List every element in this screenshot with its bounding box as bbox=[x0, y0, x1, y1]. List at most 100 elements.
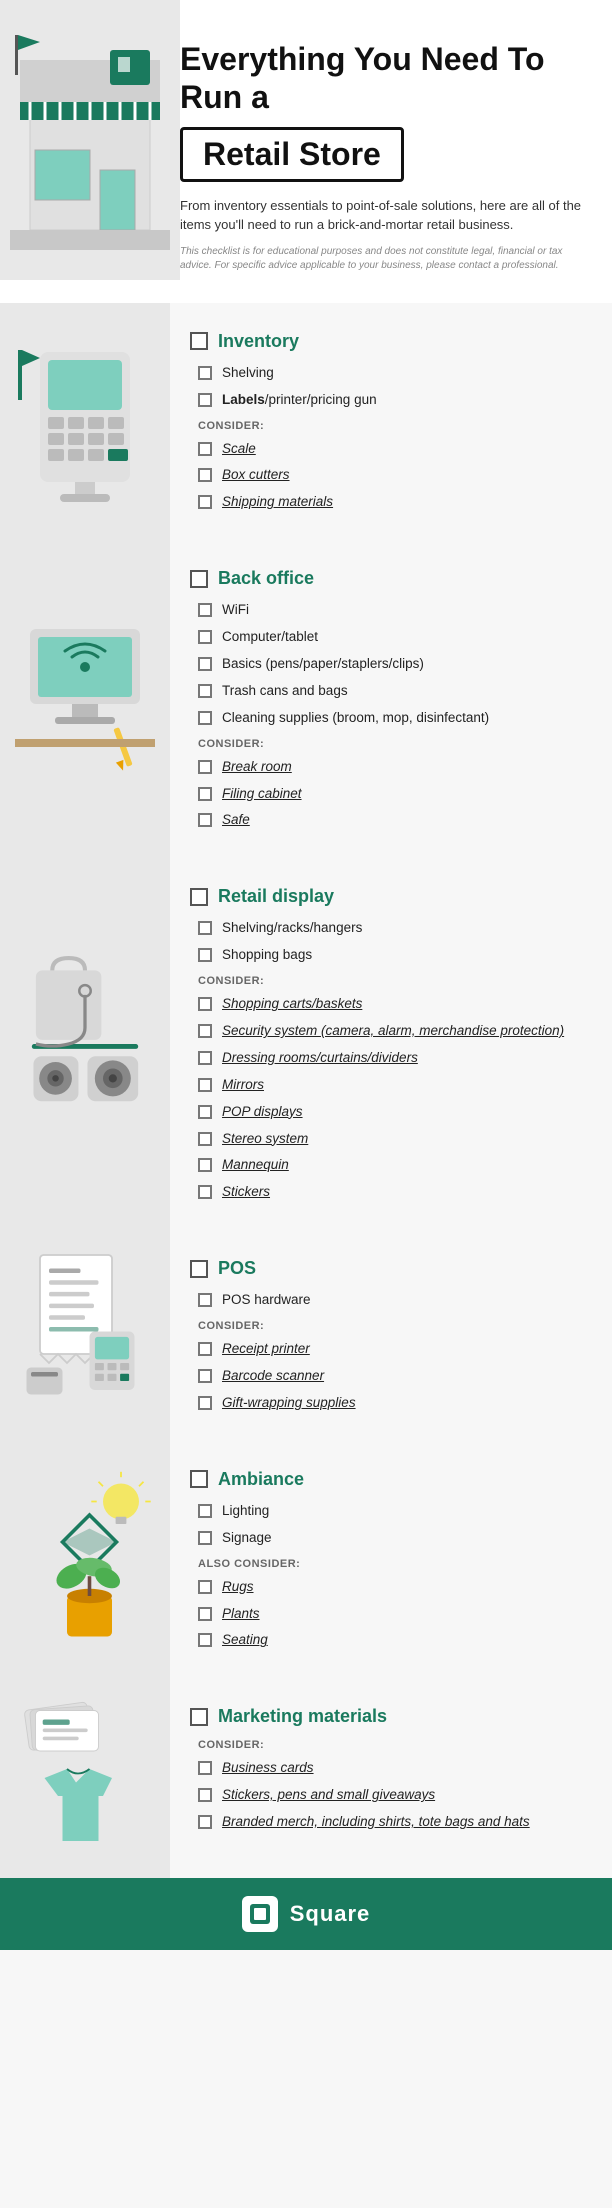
back-office-content: Back office WiFi Computer/tablet Basics … bbox=[170, 540, 612, 858]
header-section: Everything You Need To Run a Retail Stor… bbox=[0, 0, 612, 303]
item-checkbox[interactable] bbox=[198, 1815, 212, 1829]
marketing-title: Marketing materials bbox=[218, 1706, 387, 1727]
ambiance-section: Ambiance Lighting Signage ALSO CONSIDER:… bbox=[0, 1441, 612, 1678]
consider-label: CONSIDER: bbox=[198, 1320, 592, 1332]
item-checkbox[interactable] bbox=[198, 760, 212, 774]
item-label: Stickers, pens and small giveaways bbox=[222, 1786, 435, 1805]
retail-display-svg bbox=[10, 954, 160, 1134]
item-label: Labels/printer/pricing gun bbox=[222, 391, 377, 410]
item-label: Box cutters bbox=[222, 466, 290, 485]
item-label: Stickers bbox=[222, 1183, 270, 1202]
item-checkbox[interactable] bbox=[198, 1761, 212, 1775]
list-item: Filing cabinet bbox=[198, 785, 592, 804]
item-checkbox[interactable] bbox=[198, 684, 212, 698]
list-item: WiFi bbox=[198, 601, 592, 620]
list-item: Rugs bbox=[198, 1578, 592, 1597]
item-checkbox[interactable] bbox=[198, 921, 212, 935]
list-item: Box cutters bbox=[198, 466, 592, 485]
item-checkbox[interactable] bbox=[198, 1369, 212, 1383]
ambiance-content: Ambiance Lighting Signage ALSO CONSIDER:… bbox=[170, 1441, 612, 1678]
header-title-box: Retail Store bbox=[180, 127, 404, 182]
inventory-content: Inventory Shelving Labels/printer/pricin… bbox=[170, 303, 612, 540]
item-checkbox[interactable] bbox=[198, 997, 212, 1011]
marketing-checkbox[interactable] bbox=[190, 1708, 208, 1726]
store-svg bbox=[10, 30, 170, 250]
square-logo-icon bbox=[242, 1896, 278, 1932]
item-checkbox[interactable] bbox=[198, 787, 212, 801]
list-item: Receipt printer bbox=[198, 1340, 592, 1359]
inventory-checkbox[interactable] bbox=[190, 332, 208, 350]
store-illustration-container bbox=[0, 0, 180, 280]
item-checkbox[interactable] bbox=[198, 630, 212, 644]
item-checkbox[interactable] bbox=[198, 442, 212, 456]
item-label: Rugs bbox=[222, 1578, 254, 1597]
item-checkbox[interactable] bbox=[198, 1342, 212, 1356]
list-item: Break room bbox=[198, 758, 592, 777]
item-checkbox[interactable] bbox=[198, 1024, 212, 1038]
list-item: Business cards bbox=[198, 1759, 592, 1778]
item-checkbox[interactable] bbox=[198, 468, 212, 482]
item-checkbox[interactable] bbox=[198, 1051, 212, 1065]
list-item: Security system (camera, alarm, merchand… bbox=[198, 1022, 592, 1041]
item-checkbox[interactable] bbox=[198, 1633, 212, 1647]
list-item: Signage bbox=[198, 1529, 592, 1548]
item-checkbox[interactable] bbox=[198, 813, 212, 827]
item-label: Shelving bbox=[222, 364, 274, 383]
item-label: Trash cans and bags bbox=[222, 682, 348, 701]
item-checkbox[interactable] bbox=[198, 1078, 212, 1092]
retail-display-section: Retail display Shelving/racks/hangers Sh… bbox=[0, 858, 612, 1230]
item-checkbox[interactable] bbox=[198, 1607, 212, 1621]
item-checkbox[interactable] bbox=[198, 1396, 212, 1410]
list-item: Plants bbox=[198, 1605, 592, 1624]
item-checkbox[interactable] bbox=[198, 366, 212, 380]
list-item: Shipping materials bbox=[198, 493, 592, 512]
inventory-illustration bbox=[0, 303, 170, 540]
marketing-header: Marketing materials bbox=[190, 1706, 592, 1727]
item-checkbox[interactable] bbox=[198, 1105, 212, 1119]
back-office-checkbox[interactable] bbox=[190, 570, 208, 588]
marketing-illustration bbox=[0, 1678, 170, 1878]
list-item: Branded merch, including shirts, tote ba… bbox=[198, 1813, 592, 1832]
item-checkbox[interactable] bbox=[198, 603, 212, 617]
header-disclaimer: This checklist is for educational purpos… bbox=[180, 245, 582, 273]
consider-label: CONSIDER: bbox=[198, 420, 592, 432]
item-label: Cleaning supplies (broom, mop, disinfect… bbox=[222, 709, 489, 728]
item-checkbox[interactable] bbox=[198, 711, 212, 725]
list-item: Barcode scanner bbox=[198, 1367, 592, 1386]
item-checkbox[interactable] bbox=[198, 495, 212, 509]
item-label: Barcode scanner bbox=[222, 1367, 324, 1386]
list-item: POS hardware bbox=[198, 1291, 592, 1310]
item-checkbox[interactable] bbox=[198, 1580, 212, 1594]
list-item: Mirrors bbox=[198, 1076, 592, 1095]
item-checkbox[interactable] bbox=[198, 1531, 212, 1545]
item-checkbox[interactable] bbox=[198, 1185, 212, 1199]
back-office-header: Back office bbox=[190, 568, 592, 589]
list-item: Stickers, pens and small giveaways bbox=[198, 1786, 592, 1805]
list-item: Computer/tablet bbox=[198, 628, 592, 647]
item-checkbox[interactable] bbox=[198, 948, 212, 962]
item-label: Break room bbox=[222, 758, 292, 777]
inventory-header: Inventory bbox=[190, 331, 592, 352]
item-checkbox[interactable] bbox=[198, 393, 212, 407]
item-checkbox[interactable] bbox=[198, 1293, 212, 1307]
inventory-svg bbox=[10, 332, 160, 512]
ambiance-checkbox[interactable] bbox=[190, 1470, 208, 1488]
retail-display-content: Retail display Shelving/racks/hangers Sh… bbox=[170, 858, 612, 1230]
footer-logo: Square bbox=[242, 1896, 371, 1932]
list-item: Shopping carts/baskets bbox=[198, 995, 592, 1014]
retail-display-checkbox[interactable] bbox=[190, 888, 208, 906]
item-label: POP displays bbox=[222, 1103, 303, 1122]
list-item: Shopping bags bbox=[198, 946, 592, 965]
item-label: Scale bbox=[222, 440, 256, 459]
list-item: Lighting bbox=[198, 1502, 592, 1521]
item-checkbox[interactable] bbox=[198, 657, 212, 671]
pos-checkbox[interactable] bbox=[190, 1260, 208, 1278]
item-checkbox[interactable] bbox=[198, 1504, 212, 1518]
square-icon-svg bbox=[248, 1902, 272, 1926]
header-description: From inventory essentials to point-of-sa… bbox=[180, 196, 582, 235]
item-label: WiFi bbox=[222, 601, 249, 620]
item-checkbox[interactable] bbox=[198, 1132, 212, 1146]
item-checkbox[interactable] bbox=[198, 1158, 212, 1172]
item-checkbox[interactable] bbox=[198, 1788, 212, 1802]
retail-display-header: Retail display bbox=[190, 886, 592, 907]
